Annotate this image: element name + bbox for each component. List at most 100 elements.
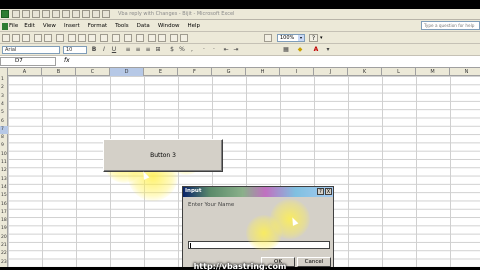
row-header[interactable]: 3: [0, 93, 8, 101]
help-button[interactable]: ?: [309, 34, 318, 42]
row-header[interactable]: 19: [0, 225, 8, 233]
column-header[interactable]: H: [246, 68, 280, 76]
column-header[interactable]: D: [110, 68, 144, 76]
close-icon[interactable]: X: [325, 188, 332, 195]
menu-data[interactable]: Data: [137, 20, 150, 32]
menu-edit[interactable]: Edit: [24, 20, 35, 32]
row-header[interactable]: 15: [0, 192, 8, 200]
format-painter-icon[interactable]: [102, 10, 110, 18]
row-header[interactable]: 8: [0, 134, 8, 142]
sort-asc-button[interactable]: [148, 34, 156, 42]
autosum-button[interactable]: [136, 34, 144, 42]
align-left-icon[interactable]: ≡: [124, 46, 132, 54]
column-header[interactable]: F: [178, 68, 212, 76]
zoom-box[interactable]: 100% ▾: [277, 34, 305, 42]
row-header[interactable]: 1: [0, 76, 8, 84]
increase-indent-icon[interactable]: ⇥: [232, 46, 240, 54]
sheet-button[interactable]: Button 3: [103, 139, 223, 172]
print-preview-button[interactable]: [44, 34, 52, 42]
save-icon[interactable]: [32, 10, 40, 18]
row-header[interactable]: 7: [0, 125, 8, 134]
increase-decimal-icon[interactable]: ·: [200, 46, 208, 54]
row-header[interactable]: 5: [0, 109, 8, 117]
column-header[interactable]: I: [280, 68, 314, 76]
column-header[interactable]: M: [416, 68, 450, 76]
preview-icon[interactable]: [52, 10, 60, 18]
font-color-icon[interactable]: A: [312, 46, 320, 54]
menu-help[interactable]: Help: [188, 20, 201, 32]
row-header[interactable]: 6: [0, 118, 8, 126]
bold-button[interactable]: B: [90, 46, 98, 54]
row-header[interactable]: 22: [0, 250, 8, 258]
row-header[interactable]: 4: [0, 101, 8, 109]
undo-button[interactable]: [100, 34, 108, 42]
align-right-icon[interactable]: ≡: [144, 46, 152, 54]
row-header[interactable]: 13: [0, 176, 8, 184]
column-header[interactable]: J: [314, 68, 348, 76]
underline-button[interactable]: U: [110, 46, 118, 54]
column-header[interactable]: L: [382, 68, 416, 76]
menu-window[interactable]: Window: [158, 20, 180, 32]
fx-icon[interactable]: fx: [64, 57, 70, 64]
align-center-icon[interactable]: ≡: [134, 46, 142, 54]
menu-file[interactable]: File: [0, 20, 18, 32]
spell-icon[interactable]: [62, 10, 70, 18]
fill-color-icon[interactable]: ◆: [296, 46, 304, 54]
drawing-button[interactable]: [180, 34, 188, 42]
chart-icon[interactable]: [264, 34, 272, 42]
font-size-box[interactable]: 10: [63, 46, 87, 54]
print-button[interactable]: [34, 34, 42, 42]
redo-button[interactable]: [112, 34, 120, 42]
toolbar-options-icon[interactable]: ▾: [320, 35, 323, 41]
new-button[interactable]: [2, 34, 10, 42]
menu-format[interactable]: Format: [88, 20, 107, 32]
column-header[interactable]: B: [42, 68, 76, 76]
select-all-corner[interactable]: [0, 68, 8, 76]
hyperlink-button[interactable]: [124, 34, 132, 42]
sort-desc-button[interactable]: [158, 34, 166, 42]
row-header[interactable]: 10: [0, 151, 8, 159]
name-input[interactable]: [188, 241, 330, 249]
row-header[interactable]: 9: [0, 142, 8, 150]
spelling-button[interactable]: [56, 34, 64, 42]
percent-icon[interactable]: %: [178, 46, 186, 54]
menu-tools[interactable]: Tools: [115, 20, 129, 32]
menu-insert[interactable]: Insert: [64, 20, 80, 32]
menu-view[interactable]: View: [43, 20, 56, 32]
column-header[interactable]: K: [348, 68, 382, 76]
italic-button[interactable]: I: [100, 46, 108, 54]
row-header[interactable]: 14: [0, 184, 8, 192]
name-box[interactable]: D7: [0, 57, 56, 66]
row-header[interactable]: 12: [0, 167, 8, 175]
column-header[interactable]: N: [450, 68, 480, 76]
borders-icon[interactable]: ▦: [282, 46, 290, 54]
paste-button[interactable]: [88, 34, 96, 42]
help-icon[interactable]: ?: [317, 188, 324, 195]
row-header[interactable]: 21: [0, 242, 8, 250]
cut-button[interactable]: [68, 34, 76, 42]
help-question-box[interactable]: Type a question for help: [421, 21, 480, 30]
row-header[interactable]: 17: [0, 209, 8, 217]
paste-icon[interactable]: [92, 10, 100, 18]
row-header[interactable]: 2: [0, 84, 8, 92]
column-header[interactable]: C: [76, 68, 110, 76]
merge-center-icon[interactable]: ⊞: [154, 46, 162, 54]
row-header[interactable]: 16: [0, 201, 8, 209]
new-icon[interactable]: [12, 10, 20, 18]
currency-icon[interactable]: $: [168, 46, 176, 54]
column-header[interactable]: A: [8, 68, 42, 76]
open-button[interactable]: [12, 34, 20, 42]
row-header[interactable]: 11: [0, 159, 8, 167]
column-header[interactable]: G: [212, 68, 246, 76]
comma-icon[interactable]: ,: [188, 46, 196, 54]
format-options-icon[interactable]: ▾: [324, 46, 332, 54]
formula-input[interactable]: [80, 57, 476, 66]
font-name-box[interactable]: Arial: [2, 46, 60, 54]
row-header[interactable]: 20: [0, 234, 8, 242]
decrease-indent-icon[interactable]: ⇤: [222, 46, 230, 54]
open-icon[interactable]: [22, 10, 30, 18]
copy-button[interactable]: [78, 34, 86, 42]
column-header[interactable]: E: [144, 68, 178, 76]
decrease-decimal-icon[interactable]: ·: [210, 46, 218, 54]
copy-icon[interactable]: [82, 10, 90, 18]
